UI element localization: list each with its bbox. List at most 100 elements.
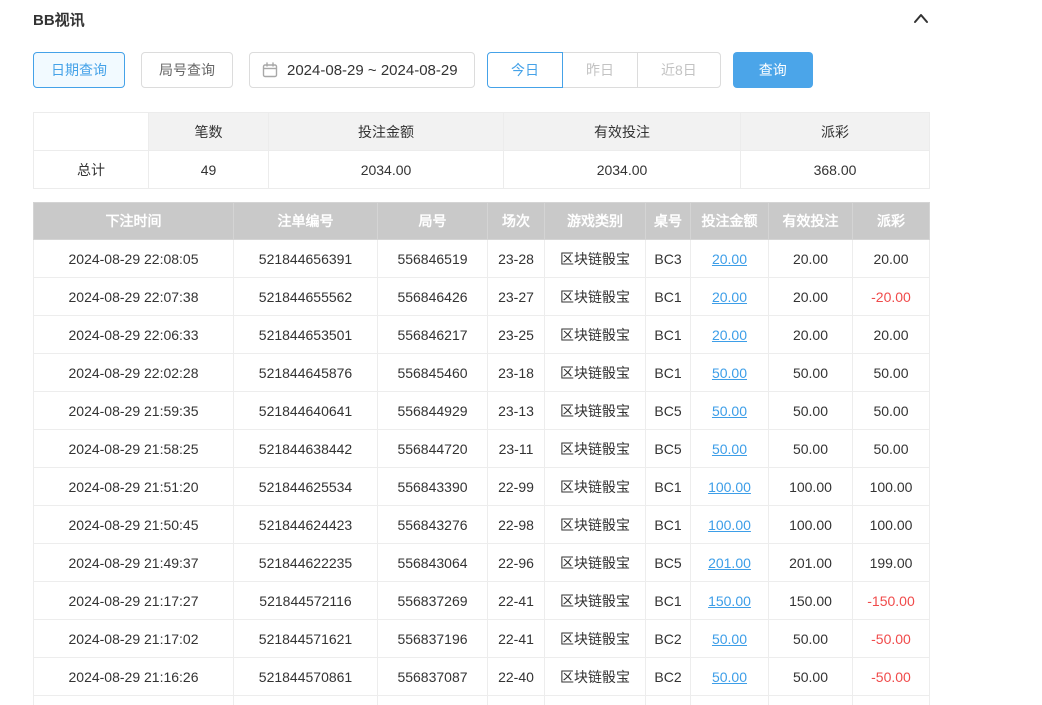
cell-bet-id: 521844625534 (234, 468, 378, 506)
date-range-value: 2024-08-29 ~ 2024-08-29 (287, 62, 458, 79)
collapse-button[interactable] (913, 12, 929, 26)
cell-round-id: 556843390 (378, 468, 488, 506)
cell-time: 2024-08-29 22:08:05 (34, 240, 234, 278)
filter-bar: 日期查询 局号查询 2024-08-29 ~ 2024-08-29 今日 昨日 … (33, 52, 1009, 88)
cell-valid: 50.00 (769, 430, 853, 468)
cell-bet: 100.00 (691, 506, 769, 544)
cell-bet: 20.00 (691, 278, 769, 316)
summary-header-bet-amount: 投注金额 (269, 113, 504, 151)
cell-bet: 201.00 (691, 544, 769, 582)
cell-valid: 100.00 (769, 468, 853, 506)
search-button[interactable]: 查询 (733, 52, 813, 88)
quick-range-group: 今日 昨日 近8日 (487, 52, 721, 88)
table-row: 2024-08-29 21:17:02521844571621556837196… (34, 620, 930, 658)
cell-bet-id: 521844656391 (234, 240, 378, 278)
col-header-valid-bet: 有效投注 (769, 203, 853, 240)
bet-table-header-row: 下注时间 注单编号 局号 场次 游戏类别 桌号 投注金额 有效投注 派彩 (34, 203, 930, 240)
cell-session: 22-40 (488, 658, 545, 696)
cell-payout: -20.00 (853, 278, 930, 316)
cell-session: 22-99 (488, 468, 545, 506)
cell-session: 23-18 (488, 354, 545, 392)
cell-round-id: 556843276 (378, 506, 488, 544)
bet-amount-link[interactable]: 20.00 (712, 289, 747, 305)
cell-bet-id: 521844624423 (234, 506, 378, 544)
cell-valid: 150.00 (769, 582, 853, 620)
summary-header-payout: 派彩 (741, 113, 930, 151)
cell-game: 区块链骰宝 (545, 354, 646, 392)
bet-amount-link[interactable]: 201.00 (708, 555, 751, 571)
cell-game: 区块链骰宝 (545, 506, 646, 544)
cell-game: 区块链骰宝 (545, 582, 646, 620)
date-range-picker[interactable]: 2024-08-29 ~ 2024-08-29 (249, 52, 475, 88)
cell-table-no: BC1 (646, 506, 691, 544)
table-row: 2024-08-29 22:08:05521844656391556846519… (34, 240, 930, 278)
cell-session: 22-96 (488, 544, 545, 582)
cell-time: 2024-08-29 21:51:20 (34, 468, 234, 506)
cell-time: 2024-08-29 21:58:25 (34, 430, 234, 468)
bet-amount-link[interactable]: 50.00 (712, 631, 747, 647)
cell-valid: 50.00 (769, 620, 853, 658)
bet-amount-link[interactable]: 100.00 (708, 517, 751, 533)
panel-header: BB视讯 (33, 8, 929, 30)
quick-yesterday-button[interactable]: 昨日 (562, 52, 638, 88)
summary-payout-value: 368.00 (741, 151, 930, 189)
cell-valid: 50.00 (769, 392, 853, 430)
cell-table-no: BC5 (646, 544, 691, 582)
calendar-icon (262, 62, 278, 78)
cell-payout: -50.00 (853, 658, 930, 696)
cell-game: 区块链骰宝 (545, 468, 646, 506)
cell-game: 区块链骰宝 (545, 658, 646, 696)
quick-today-button[interactable]: 今日 (487, 52, 563, 88)
cell-table-no: BC3 (646, 240, 691, 278)
cell-bet-id: 521844572116 (234, 582, 378, 620)
cell-table-no: BC1 (646, 582, 691, 620)
bet-amount-link[interactable]: 50.00 (712, 669, 747, 685)
table-row: 2024-08-29 21:51:20521844625534556843390… (34, 468, 930, 506)
summary-total-row: 总计 49 2034.00 2034.00 368.00 (34, 151, 930, 189)
table-row: 2024-08-29 22:02:28521844645876556845460… (34, 354, 930, 392)
table-row: 2024-08-29 22:07:38521844655562556846426… (34, 278, 930, 316)
cell-table-no: BC1 (646, 316, 691, 354)
cell-bet: 50.00 (691, 392, 769, 430)
bet-amount-link[interactable]: 20.00 (712, 327, 747, 343)
cell-session: 23-25 (488, 316, 545, 354)
table-row: 2024-08-29 21:58:25521844638442556844720… (34, 430, 930, 468)
cell-game: 区块链骰宝 (545, 430, 646, 468)
panel-title: BB视讯 (33, 9, 85, 30)
cell-round-id: 556845460 (378, 354, 488, 392)
quick-last8days-button[interactable]: 近8日 (637, 52, 721, 88)
cell-time: 2024-08-29 21:17:02 (34, 620, 234, 658)
cell-bet: 150.00 (691, 582, 769, 620)
bet-amount-link[interactable]: 50.00 (712, 441, 747, 457)
bet-amount-link[interactable]: 150.00 (708, 593, 751, 609)
table-row: 2024-08-29 22:06:33521844653501556846217… (34, 316, 930, 354)
table-row: 2024-08-29 21:49:37521844622235556843064… (34, 544, 930, 582)
col-header-bet-time: 下注时间 (34, 203, 234, 240)
tab-round-query[interactable]: 局号查询 (141, 52, 233, 88)
cell-payout: 50.00 (853, 354, 930, 392)
cell-table-no: BC2 (646, 620, 691, 658)
cell-bet-id: 521844622235 (234, 544, 378, 582)
cell-bet: 50.00 (691, 430, 769, 468)
col-header-game-type: 游戏类别 (545, 203, 646, 240)
bet-amount-link[interactable]: 50.00 (712, 403, 747, 419)
cell-valid: 100.00 (769, 506, 853, 544)
bet-amount-link[interactable]: 100.00 (708, 479, 751, 495)
cell-round-id: 556846426 (378, 278, 488, 316)
cell-round-id: 556843064 (378, 544, 488, 582)
cell-round-id: 556846519 (378, 240, 488, 278)
cell-round-id: 556844720 (378, 430, 488, 468)
tab-date-query[interactable]: 日期查询 (33, 52, 125, 88)
cell-table-no: BC5 (646, 430, 691, 468)
table-row: 2024-08-29 21:17:27521844572116556837269… (34, 582, 930, 620)
cell-time: 2024-08-29 22:07:38 (34, 278, 234, 316)
col-header-bet-id: 注单编号 (234, 203, 378, 240)
cell-bet-id: 521844653501 (234, 316, 378, 354)
cell-time: 2024-08-29 21:17:27 (34, 582, 234, 620)
cell-bet: 20.00 (691, 316, 769, 354)
cell-session: 23-27 (488, 278, 545, 316)
bet-amount-link[interactable]: 50.00 (712, 365, 747, 381)
bet-amount-link[interactable]: 20.00 (712, 251, 747, 267)
cell-round-id: 556837196 (378, 620, 488, 658)
cell-bet-id: 521844645876 (234, 354, 378, 392)
